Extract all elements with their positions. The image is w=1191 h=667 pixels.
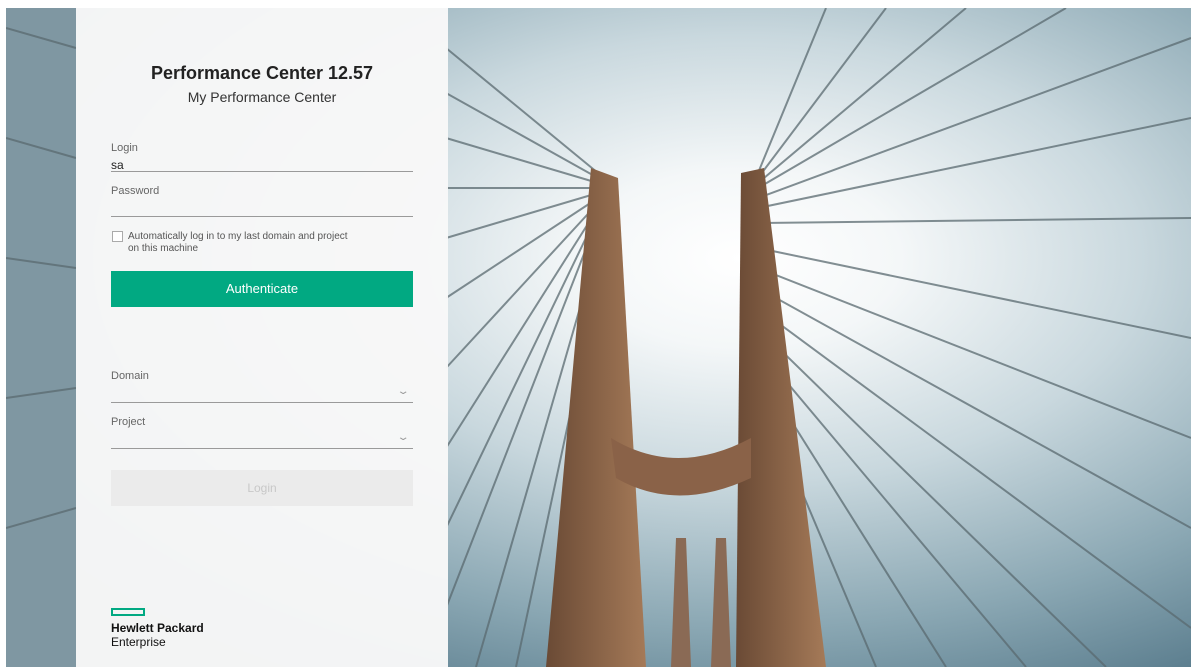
login-screen: Performance Center 12.57 My Performance … [6, 8, 1191, 667]
authenticate-button[interactable]: Authenticate [111, 271, 413, 307]
hpe-logo-icon [111, 608, 145, 616]
password-field-label: Password [111, 185, 160, 197]
hpe-logo-line2: Enterprise [111, 635, 166, 649]
login-panel: Performance Center 12.57 My Performance … [76, 8, 448, 667]
project-field-label: Project [111, 416, 146, 428]
domain-select-underline [111, 402, 413, 403]
hpe-logo-line1: Hewlett Packard [111, 621, 204, 635]
login-field-label: Login [111, 142, 138, 154]
chevron-down-icon[interactable]: ⌄ [396, 432, 409, 443]
domain-field-label: Domain [111, 370, 149, 382]
chevron-down-icon[interactable]: ⌄ [396, 386, 409, 397]
login-field[interactable]: sa [111, 158, 124, 172]
login-field-underline [111, 171, 413, 172]
password-field-underline [111, 216, 413, 217]
page-subtitle: My Performance Center [187, 89, 337, 105]
auto-login-label: Automatically log in to my last domain a… [128, 231, 348, 254]
login-button[interactable]: Login [111, 470, 413, 506]
page-title: Performance Center 12.57 [150, 63, 374, 83]
auto-login-checkbox[interactable] [112, 231, 123, 242]
project-select-underline [111, 448, 413, 449]
